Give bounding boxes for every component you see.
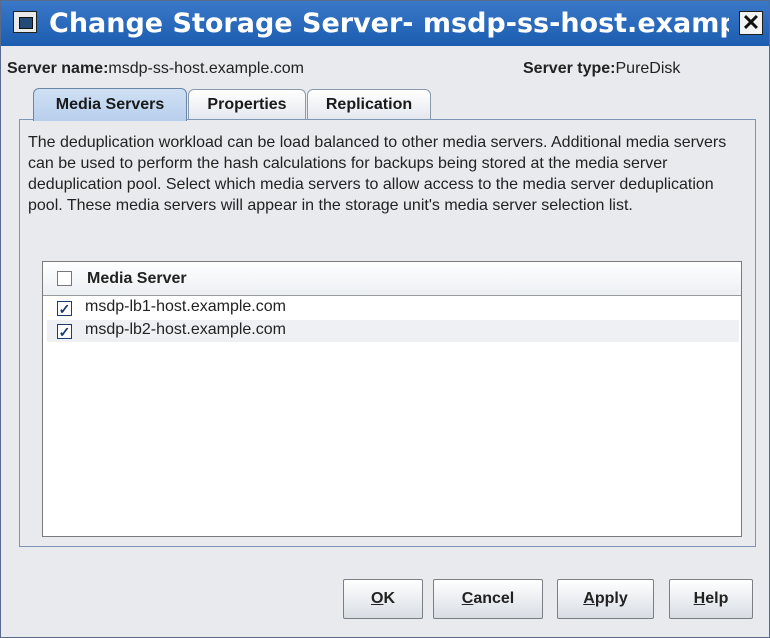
tab-media-servers[interactable]: Media Servers bbox=[33, 88, 187, 121]
server-name-value: msdp-ss-host.example.com bbox=[108, 60, 305, 77]
media-server-list[interactable]: Media Server ✓ msdp-lb1-host.example.com… bbox=[42, 261, 742, 537]
help-button[interactable]: Help bbox=[669, 579, 753, 619]
media-server-name: msdp-lb2-host.example.com bbox=[85, 321, 286, 338]
row-checkbox[interactable]: ✓ bbox=[57, 301, 72, 316]
select-all-checkbox[interactable] bbox=[57, 271, 72, 286]
column-header-media-server[interactable]: Media Server bbox=[87, 270, 187, 288]
apply-mnemonic: A bbox=[583, 590, 595, 607]
tab-label: Media Servers bbox=[55, 96, 165, 113]
tab-properties[interactable]: Properties bbox=[188, 89, 306, 119]
server-name-label: Server name: bbox=[7, 60, 109, 77]
close-button[interactable]: ✕ bbox=[739, 11, 763, 35]
ok-mnemonic: O bbox=[370, 590, 384, 607]
description-text: The deduplication workload can be load b… bbox=[28, 134, 727, 214]
server-type-label: Server type: bbox=[523, 60, 616, 77]
window-icon bbox=[13, 11, 37, 33]
tab-label: Properties bbox=[207, 95, 287, 113]
apply-label: pply bbox=[594, 590, 628, 607]
ok-label: K bbox=[383, 590, 395, 607]
help-mnemonic: H bbox=[693, 590, 706, 607]
media-servers-panel: The deduplication workload can be load b… bbox=[19, 119, 756, 547]
tab-replication[interactable]: Replication bbox=[307, 89, 431, 119]
close-icon: ✕ bbox=[741, 10, 761, 35]
server-name: Server name:msdp-ss-host.example.com bbox=[7, 60, 304, 78]
checkmark-icon: ✓ bbox=[58, 323, 71, 340]
cancel-button[interactable]: Cancel bbox=[433, 579, 543, 619]
change-storage-server-dialog: Change Storage Server- msdp-ss-host.exam… bbox=[0, 0, 770, 638]
ok-button[interactable]: OK bbox=[343, 579, 423, 619]
title-bar[interactable]: Change Storage Server- msdp-ss-host.exam… bbox=[1, 1, 769, 46]
cancel-mnemonic: C bbox=[461, 590, 474, 607]
row-checkbox[interactable]: ✓ bbox=[57, 324, 72, 339]
list-item[interactable]: ✓ msdp-lb2-host.example.com bbox=[47, 320, 739, 342]
help-label: elp bbox=[705, 590, 729, 607]
server-type-value: PureDisk bbox=[615, 60, 681, 77]
list-item[interactable]: ✓ msdp-lb1-host.example.com bbox=[47, 297, 739, 319]
checkmark-icon: ✓ bbox=[58, 300, 71, 317]
cancel-label: ancel bbox=[473, 590, 515, 607]
server-type: Server type:PureDisk bbox=[523, 60, 680, 78]
tab-label: Replication bbox=[325, 95, 413, 113]
apply-button[interactable]: Apply bbox=[557, 579, 654, 619]
media-server-name: msdp-lb1-host.example.com bbox=[85, 298, 286, 315]
window-title: Change Storage Server- msdp-ss-host.exam… bbox=[49, 9, 729, 39]
list-header: Media Server bbox=[43, 262, 741, 296]
